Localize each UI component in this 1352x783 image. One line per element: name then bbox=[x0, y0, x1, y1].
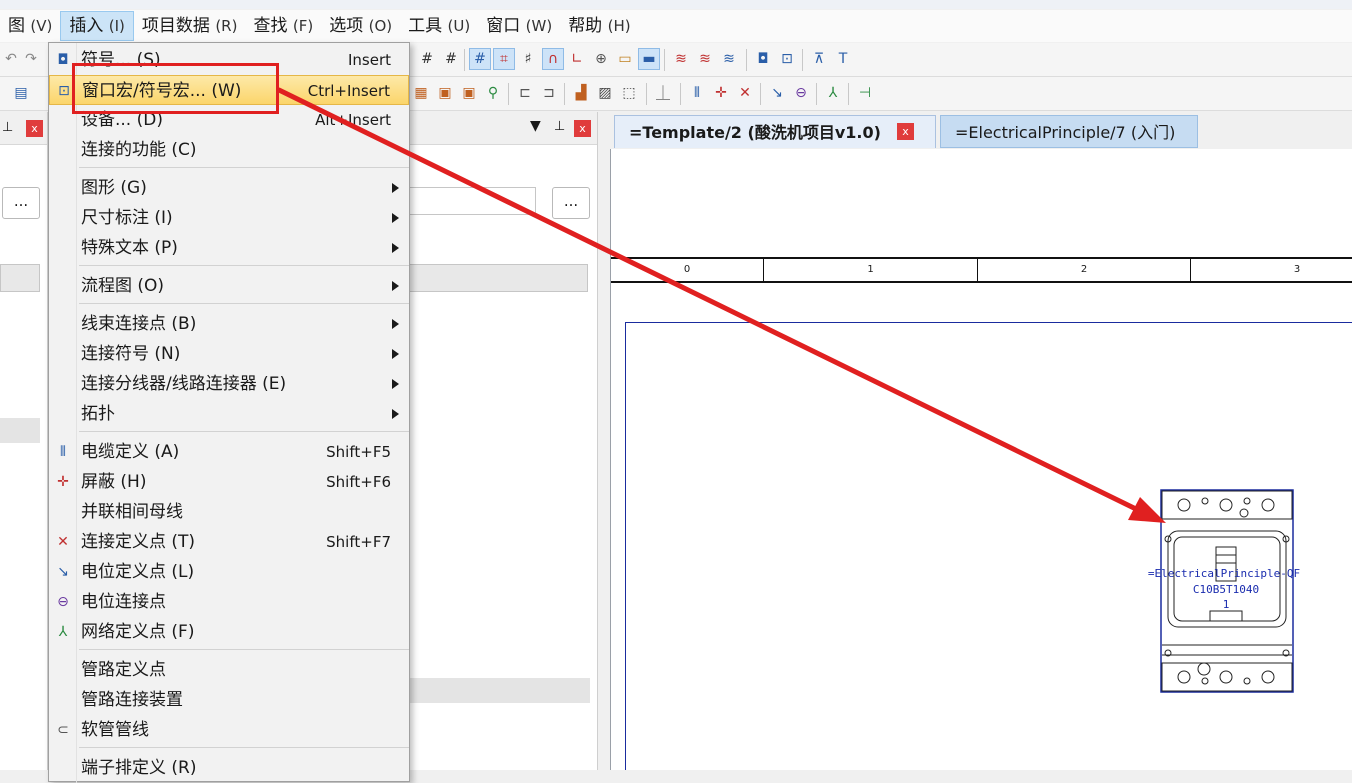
annotation-arrow bbox=[276, 87, 1166, 523]
